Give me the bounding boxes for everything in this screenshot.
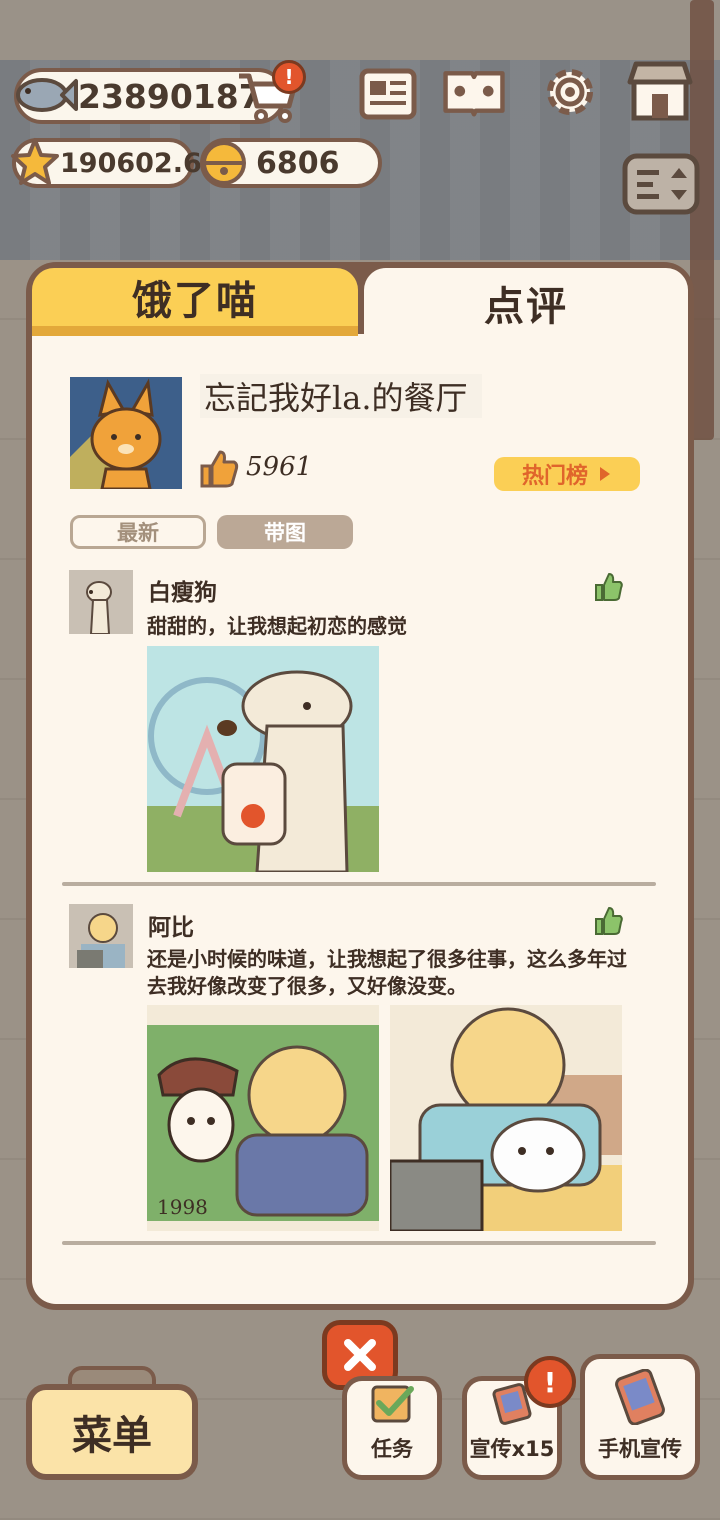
checklist-icon xyxy=(371,1385,414,1423)
task-label: 任务 xyxy=(371,1437,413,1461)
restaurant-like-count: 5961 xyxy=(246,452,313,482)
shop-icon[interactable] xyxy=(622,56,698,126)
promote-alert-badge: ! xyxy=(524,1356,576,1408)
photo-caption: 1998 xyxy=(157,1195,208,1219)
phone-promote-button[interactable]: 手机宣传 xyxy=(580,1354,700,1480)
reviewer-name: 白瘦狗 xyxy=(148,580,217,606)
phone-promote-label: 手机宣传 xyxy=(598,1437,682,1461)
bell-count: 6806 xyxy=(256,145,340,181)
task-button[interactable]: 任务 xyxy=(342,1376,442,1480)
review-like-icon[interactable] xyxy=(594,572,624,602)
sort-toggle-icon[interactable] xyxy=(620,150,702,218)
fish-icon xyxy=(14,64,78,126)
newspaper-icon[interactable] xyxy=(356,64,420,124)
tab-reviews[interactable]: 点评 xyxy=(364,268,688,338)
star-rating-value: 190602.6 xyxy=(60,147,202,179)
phone-icon xyxy=(615,1369,665,1425)
thumbs-up-icon xyxy=(198,448,240,490)
gear-icon[interactable] xyxy=(538,62,602,122)
restaurant-name: 忘記我好la.的餐厅 xyxy=(200,374,482,418)
filter-newest[interactable]: 最新 xyxy=(70,515,206,549)
promote-label: 宣传x15 xyxy=(469,1437,555,1461)
review-photo[interactable] xyxy=(390,1005,622,1231)
review-like-icon[interactable] xyxy=(594,906,624,936)
reviewer-avatar xyxy=(69,904,133,968)
star-icon xyxy=(10,134,60,190)
filter-with-pictures[interactable]: 带图 xyxy=(217,515,353,549)
tab-hungry-meow[interactable]: 饿了喵 xyxy=(32,268,358,336)
reviewer-avatar xyxy=(69,570,133,634)
review-text: 甜甜的，让我想起初恋的感觉 xyxy=(147,614,407,638)
review-text: 还是小时候的味道，让我想起了很多往事，这么多年过去我好像改变了很多，又好像没变。 xyxy=(147,947,627,998)
bell-icon xyxy=(198,136,250,188)
hot-list-label: 热门榜 xyxy=(521,464,588,489)
cart-alert-badge: ! xyxy=(272,60,306,94)
menu-button[interactable]: 菜单 xyxy=(26,1384,198,1480)
review-divider xyxy=(62,1241,656,1245)
reviewer-name: 阿比 xyxy=(148,915,194,941)
play-arrow-icon xyxy=(600,467,610,481)
review-photo[interactable]: 1998 xyxy=(147,1005,379,1231)
review-divider xyxy=(62,882,656,886)
recipe-book-icon[interactable] xyxy=(442,62,506,122)
restaurant-avatar xyxy=(70,377,182,489)
review-photo[interactable] xyxy=(147,646,379,872)
close-icon xyxy=(344,1339,376,1371)
hot-list-button[interactable]: 热门榜 xyxy=(494,457,640,491)
